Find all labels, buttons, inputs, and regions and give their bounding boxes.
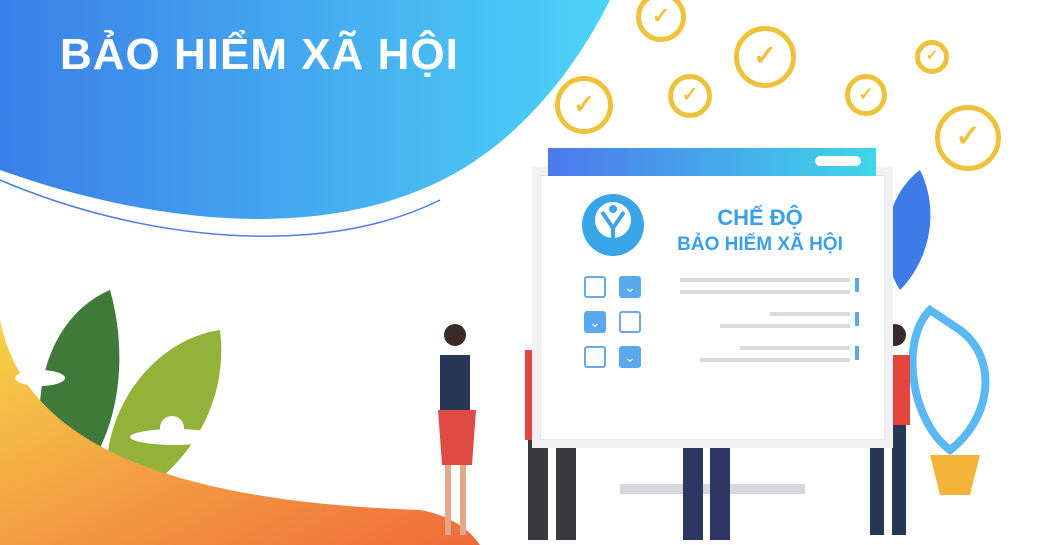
plant-icon <box>908 304 990 456</box>
logo-icon <box>582 194 644 256</box>
check-coin-icon: ✓ <box>935 105 1001 171</box>
check-coin-icon: ✓ <box>915 40 949 74</box>
monitor-search-bar <box>815 156 861 166</box>
chevron-down-icon: ⌄ <box>619 346 641 368</box>
text-line <box>680 278 850 282</box>
text-marker <box>855 312 859 326</box>
text-marker <box>855 346 859 360</box>
text-line <box>770 312 850 316</box>
check-coin-icon: ✓ <box>845 74 887 116</box>
checkbox-icon <box>619 311 641 333</box>
screen-heading-line1: CHẾ ĐỘ <box>717 205 803 230</box>
check-coin-icon: ✓ <box>734 26 796 88</box>
plant-pot-icon <box>930 455 980 495</box>
checkbox-icon <box>584 276 606 298</box>
check-coin-icon: ✓ <box>555 76 613 134</box>
checkbox-icon <box>584 346 606 368</box>
check-coin-icon: ✓ <box>668 74 712 118</box>
chevron-down-icon: ⌄ <box>619 276 641 298</box>
text-line <box>680 290 850 294</box>
banner-title: BẢO HIỂM XÃ HỘI <box>60 30 459 79</box>
text-line <box>740 346 850 350</box>
chevron-down-icon: ⌄ <box>584 311 606 333</box>
text-line <box>720 324 850 328</box>
screen-heading-line2: BẢO HIỂM XÃ HỘI <box>677 234 843 255</box>
text-marker <box>855 278 859 292</box>
text-line <box>700 358 850 362</box>
leaf-icon <box>886 170 931 290</box>
